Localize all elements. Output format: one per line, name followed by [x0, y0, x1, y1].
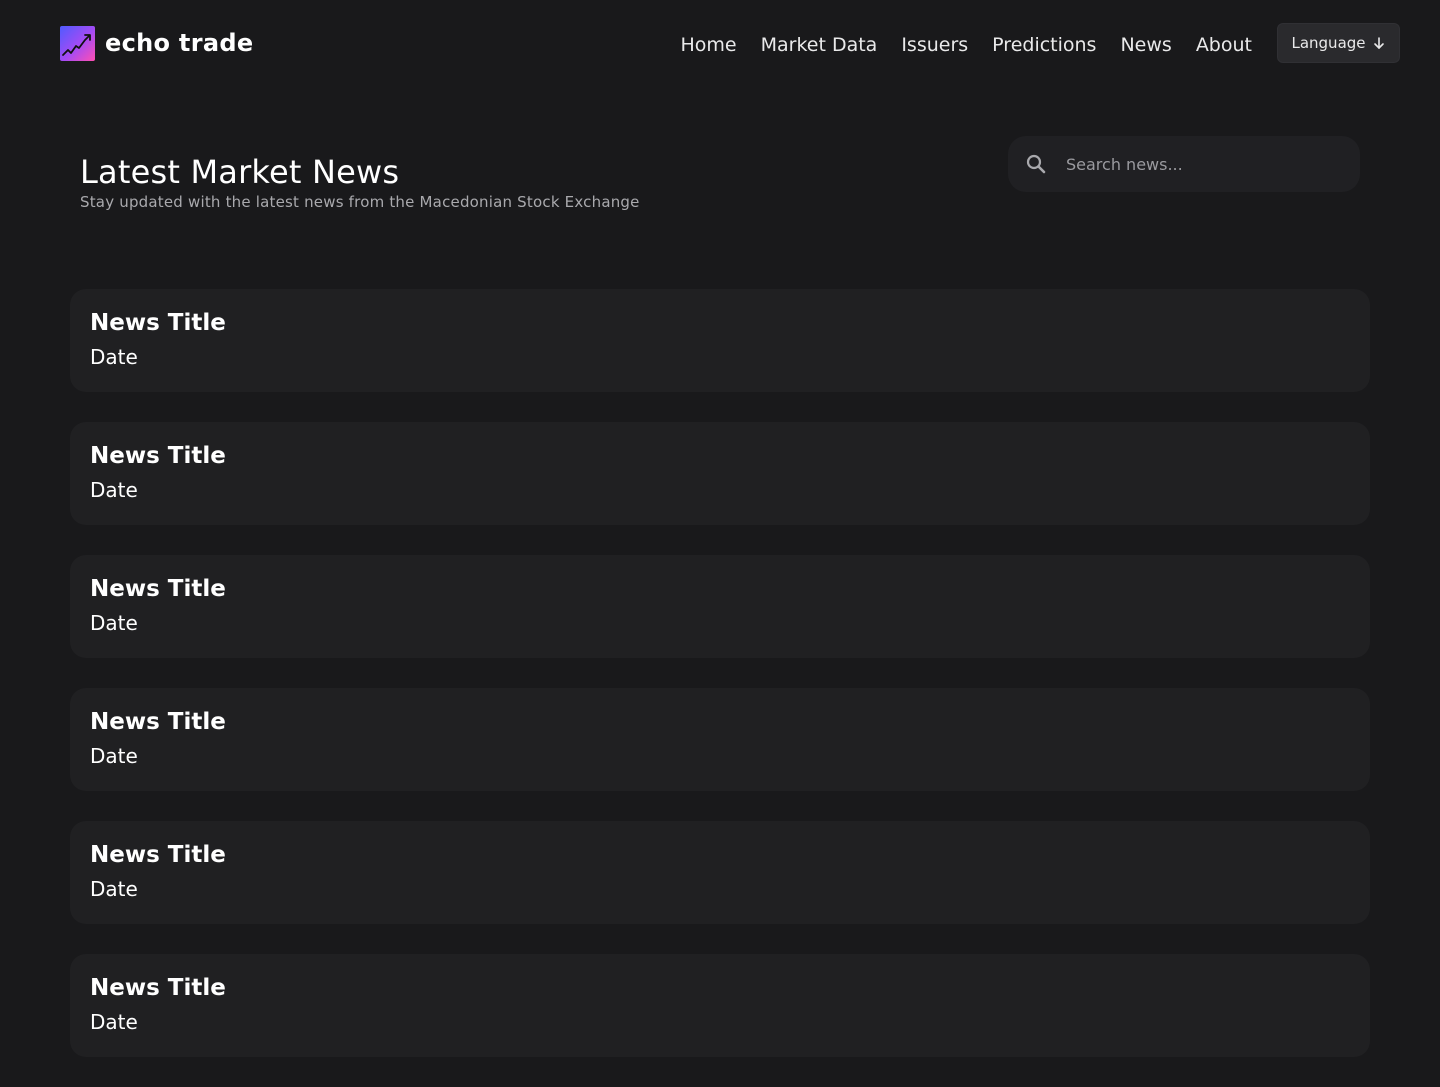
- search-box: [1008, 136, 1360, 192]
- news-date: Date: [90, 1010, 138, 1034]
- news-card[interactable]: News Title Date: [70, 688, 1370, 791]
- main-nav: Home Market Data Issuers Predictions New…: [681, 30, 1253, 60]
- site-header: echo trade Home Market Data Issuers Pred…: [0, 0, 1440, 88]
- news-card[interactable]: News Title Date: [70, 289, 1370, 392]
- news-title: News Title: [90, 975, 226, 1001]
- news-date: Date: [90, 478, 138, 502]
- news-title: News Title: [90, 709, 226, 735]
- nav-about[interactable]: About: [1196, 30, 1252, 60]
- brand-name: echo trade: [105, 29, 254, 57]
- page-subtitle: Stay updated with the latest news from t…: [80, 193, 640, 211]
- language-button[interactable]: Language: [1277, 23, 1400, 63]
- news-title: News Title: [90, 842, 226, 868]
- search-input[interactable]: [1064, 149, 1334, 179]
- news-title: News Title: [90, 576, 226, 602]
- news-card[interactable]: News Title Date: [70, 422, 1370, 525]
- news-date: Date: [90, 744, 138, 768]
- chart-trend-icon: [60, 26, 95, 61]
- nav-issuers[interactable]: Issuers: [901, 30, 968, 60]
- arrow-down-icon: [1372, 36, 1386, 50]
- nav-market-data[interactable]: Market Data: [761, 30, 878, 60]
- news-list: News Title Date News Title Date News Tit…: [70, 289, 1370, 1087]
- news-card[interactable]: News Title Date: [70, 954, 1370, 1057]
- news-date: Date: [90, 611, 138, 635]
- news-date: Date: [90, 345, 138, 369]
- search-icon: [1025, 153, 1047, 175]
- news-card[interactable]: News Title Date: [70, 821, 1370, 924]
- nav-news[interactable]: News: [1120, 30, 1171, 60]
- nav-home[interactable]: Home: [681, 30, 737, 60]
- news-title: News Title: [90, 443, 226, 469]
- language-label: Language: [1291, 34, 1366, 52]
- news-title: News Title: [90, 310, 226, 336]
- news-date: Date: [90, 877, 138, 901]
- news-card[interactable]: News Title Date: [70, 555, 1370, 658]
- brand-logo-link[interactable]: echo trade: [60, 26, 253, 61]
- page-title: Latest Market News: [80, 153, 400, 191]
- nav-predictions[interactable]: Predictions: [992, 30, 1096, 60]
